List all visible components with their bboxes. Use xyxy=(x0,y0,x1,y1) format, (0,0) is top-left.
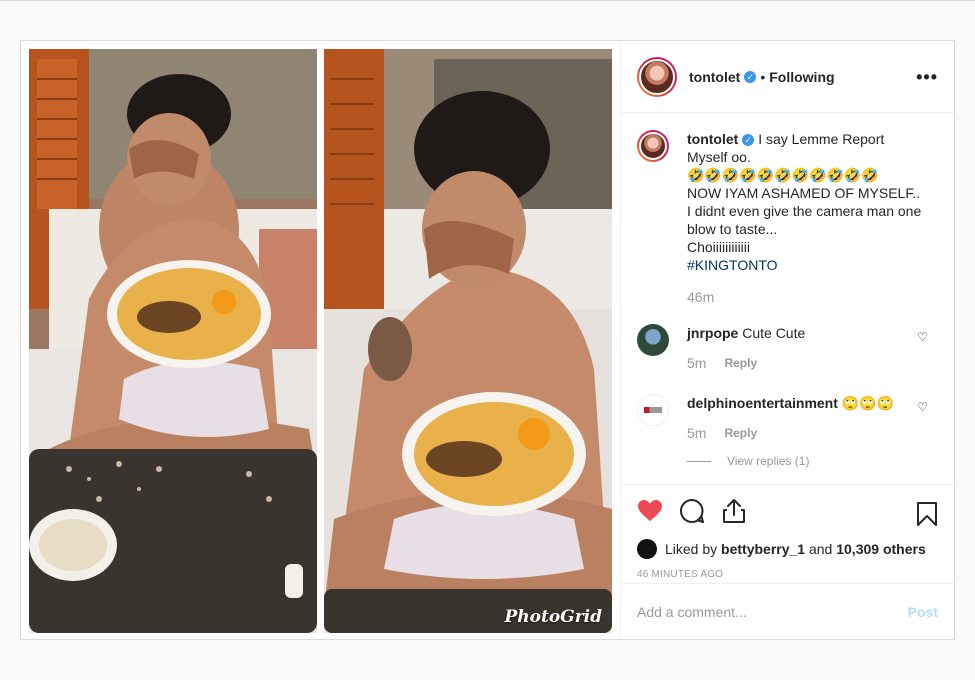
comment-like-heart-icon[interactable]: ♡ xyxy=(917,330,928,344)
reply-button[interactable]: Reply xyxy=(724,424,757,442)
delphino-logo-icon xyxy=(644,407,662,413)
share-icon[interactable] xyxy=(721,498,747,529)
photo-right: PhotoGrid xyxy=(324,49,612,633)
post-sidebar: tontolet ✓ • Following ••• tontolet ✓ I s… xyxy=(620,41,954,639)
author-username[interactable]: tontolet xyxy=(689,69,740,85)
comment-like-heart-icon[interactable]: ♡ xyxy=(917,400,928,414)
post-timestamp[interactable]: 46 MINUTES AGO xyxy=(637,569,938,580)
header-separator: • xyxy=(760,68,766,85)
commenter-avatar[interactable] xyxy=(637,394,669,426)
comment-input[interactable]: Add a comment... xyxy=(637,604,908,620)
comment-username[interactable]: jnrpope xyxy=(687,325,738,341)
caption-line-2: 🤣🤣🤣🤣🤣🤣🤣🤣🤣🤣🤣 xyxy=(687,167,879,183)
photogrid-watermark: PhotoGrid xyxy=(504,607,603,627)
likes-others-count[interactable]: 10,309 others xyxy=(836,541,926,557)
comment-username[interactable]: delphinoentertainment xyxy=(687,395,838,411)
post-media[interactable]: PhotoGrid xyxy=(21,41,620,639)
comments-section: tontolet ✓ I say Lemme Report Myself oo. … xyxy=(621,114,954,484)
post-comment-button[interactable]: Post xyxy=(908,604,938,620)
post-actions: Liked by bettyberry_1 and 10,309 others … xyxy=(621,484,954,584)
comment-text: 🙄🙄🙄 xyxy=(841,395,895,411)
verified-badge-icon: ✓ xyxy=(742,134,755,146)
photo-left xyxy=(29,49,317,633)
caption-line-4: I didnt even give the camera man one blo… xyxy=(687,203,922,237)
caption-avatar[interactable] xyxy=(637,130,669,162)
comment-time[interactable]: 5m xyxy=(687,424,706,442)
author-avatar[interactable] xyxy=(637,56,677,97)
verified-badge-icon: ✓ xyxy=(744,70,757,83)
liked-by-row: Liked by bettyberry_1 and 10,309 others xyxy=(637,539,938,559)
liked-prefix: Liked by xyxy=(665,541,718,557)
more-options-icon[interactable]: ••• xyxy=(916,67,938,88)
commenter-avatar[interactable] xyxy=(637,324,669,356)
liker-avatar[interactable] xyxy=(637,539,657,559)
liker-username[interactable]: bettyberry_1 xyxy=(721,541,805,557)
add-comment-bar: Add a comment... Post xyxy=(621,583,954,639)
caption-line-5: Choiiiiiiiiiiii xyxy=(687,239,751,255)
comment-item: delphinoentertainment 🙄🙄🙄 5m Reply ♡ xyxy=(637,394,938,442)
following-button[interactable]: Following xyxy=(769,69,834,85)
instagram-post: PhotoGrid tontolet ✓ • Following ••• ton… xyxy=(20,40,955,640)
comment-text: Cute Cute xyxy=(742,325,806,341)
caption-username[interactable]: tontolet xyxy=(687,131,738,147)
view-replies-dash xyxy=(687,460,711,462)
bookmark-icon[interactable] xyxy=(916,501,938,532)
liked-and: and xyxy=(808,541,833,557)
caption-line-3: NOW IYAM ASHAMED OF MYSELF.. xyxy=(687,185,921,201)
caption-hashtag[interactable]: #KINGTONTO xyxy=(687,256,927,274)
reply-button[interactable]: Reply xyxy=(724,354,757,372)
comment-time[interactable]: 5m xyxy=(687,354,706,372)
comment-item: jnrpope Cute Cute 5m Reply ♡ xyxy=(637,324,938,372)
speech-bubble-icon[interactable] xyxy=(679,498,705,529)
window-top-border xyxy=(0,0,975,1)
view-replies-button[interactable]: View replies (1) xyxy=(687,454,938,468)
post-header: tontolet ✓ • Following ••• xyxy=(621,41,954,113)
view-replies-label[interactable]: View replies (1) xyxy=(727,454,809,468)
caption: tontolet ✓ I say Lemme Report Myself oo. … xyxy=(637,130,938,306)
caption-time[interactable]: 46m xyxy=(687,288,927,306)
heart-filled-icon[interactable] xyxy=(637,499,663,528)
